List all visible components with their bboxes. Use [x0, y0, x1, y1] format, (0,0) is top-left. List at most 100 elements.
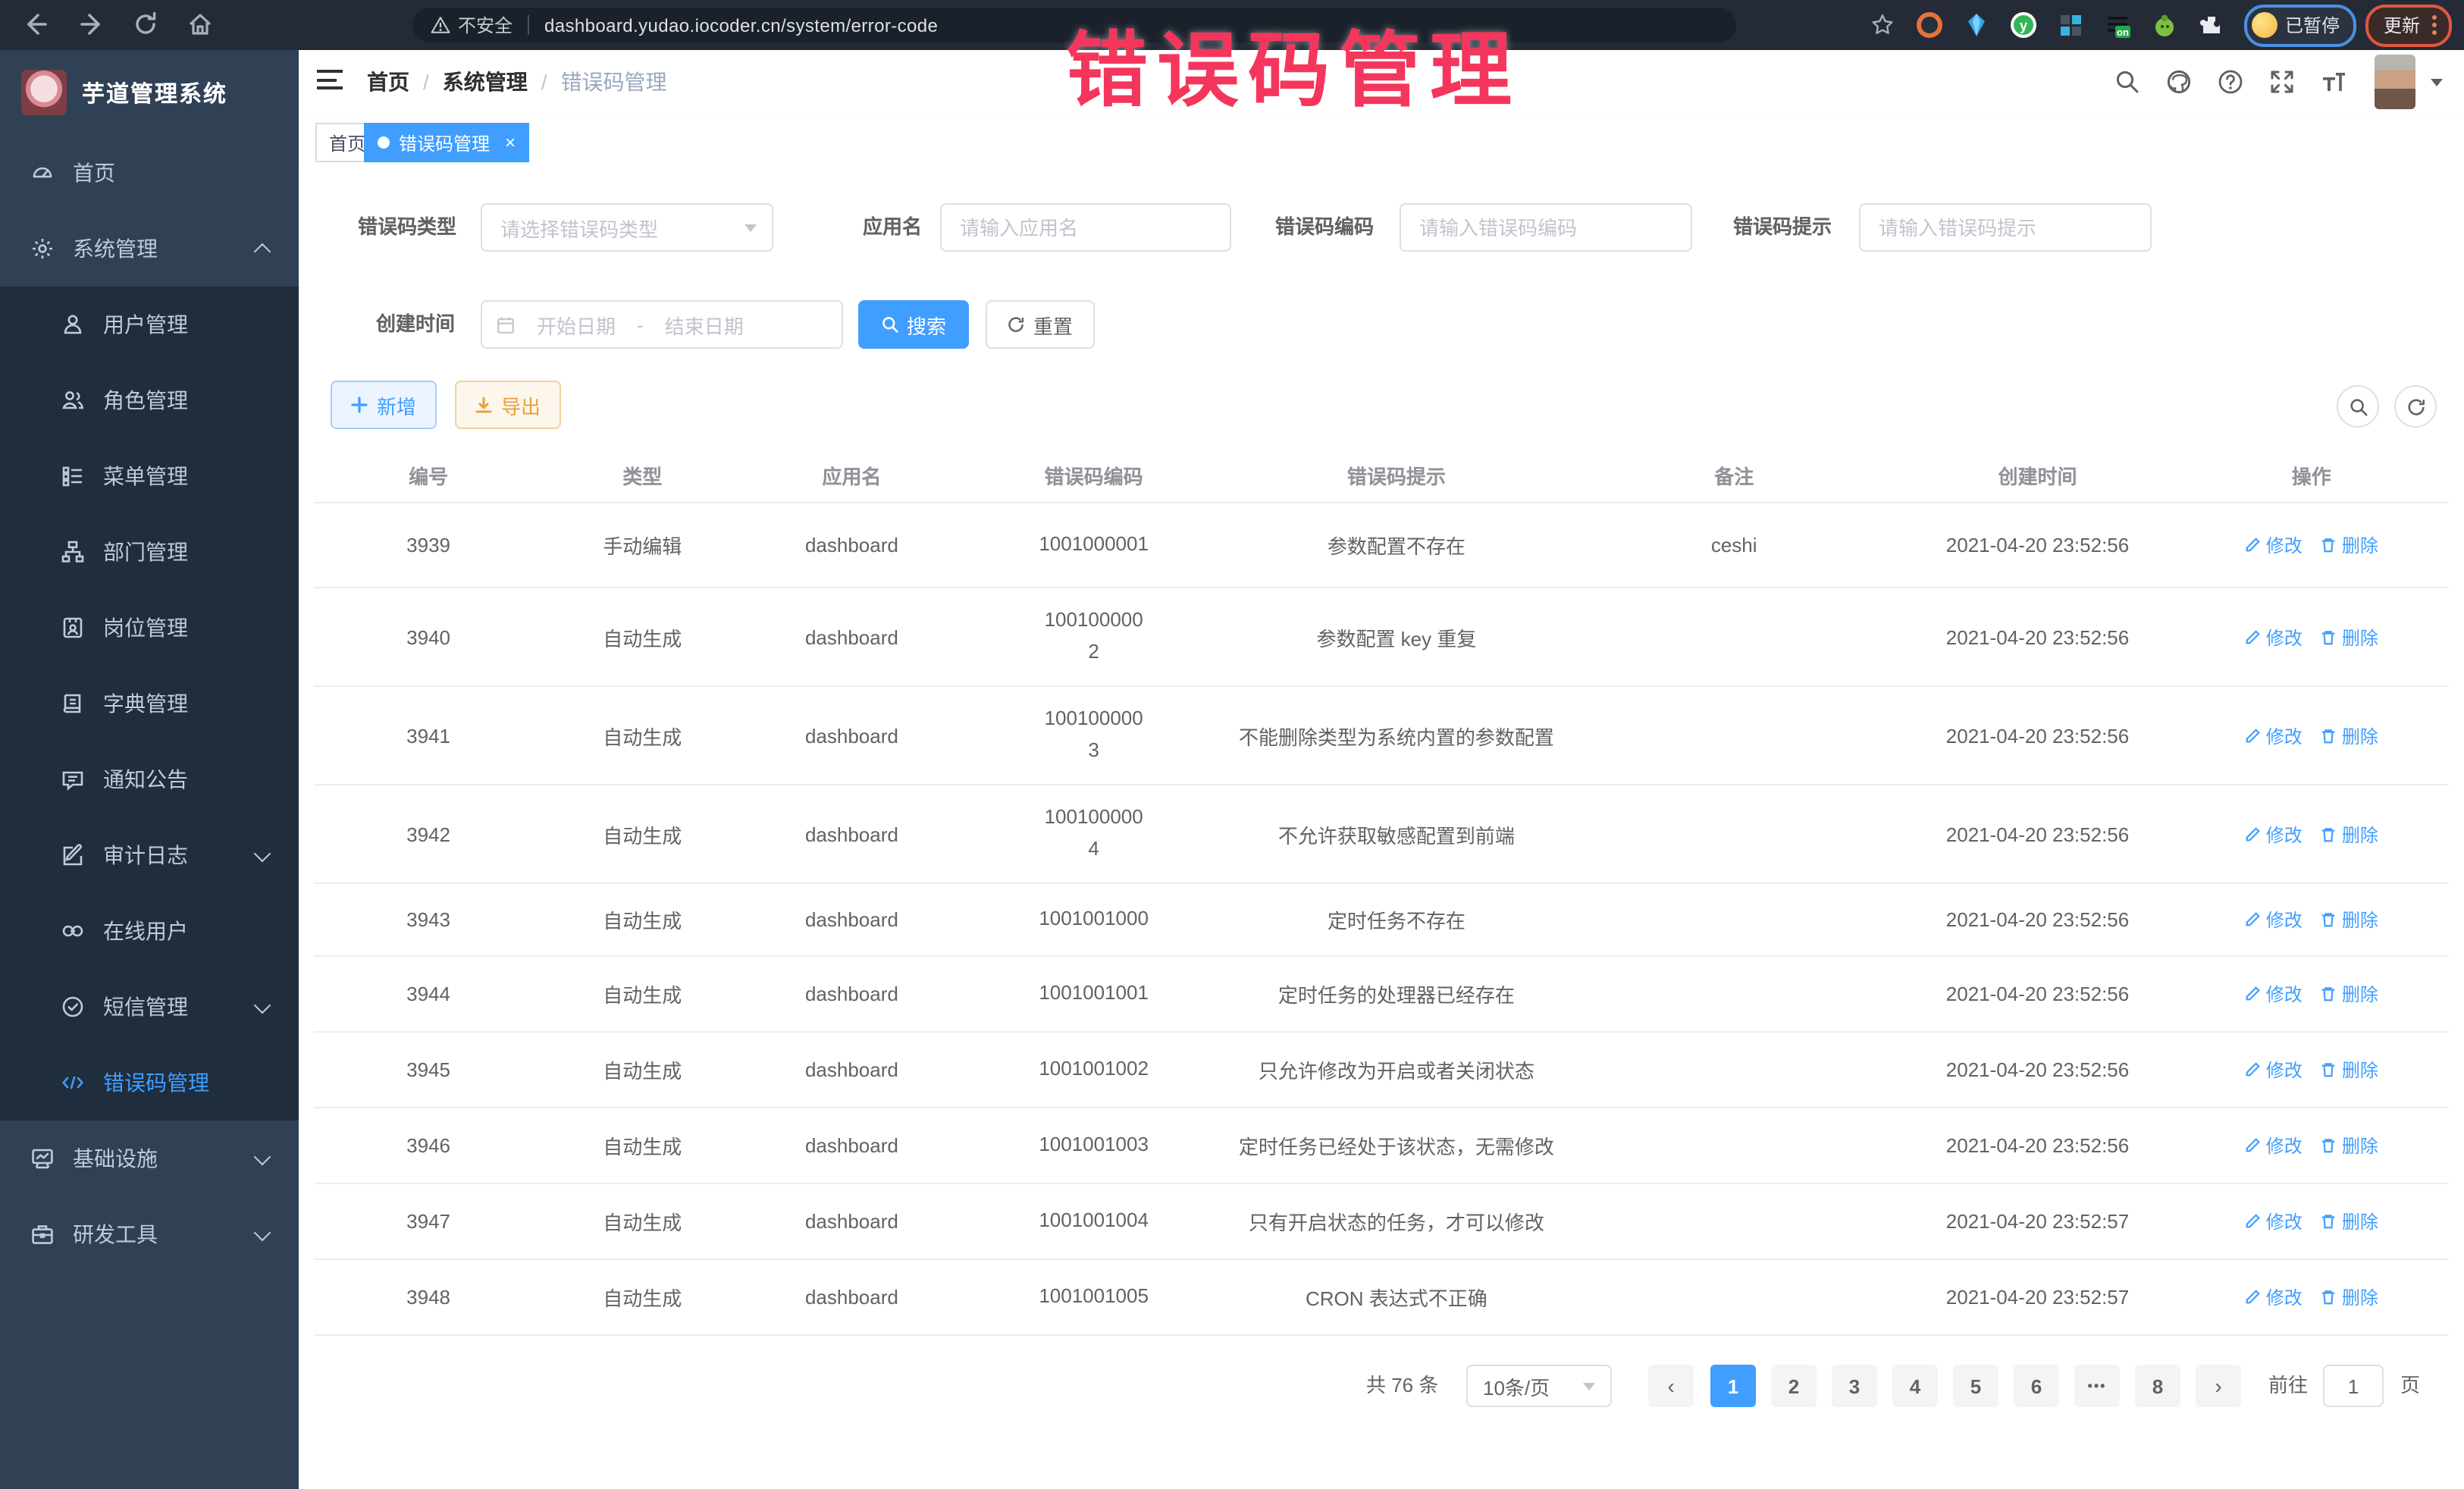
sidebar-item-home[interactable]: 首页: [0, 135, 299, 211]
breadcrumb-home[interactable]: 首页: [367, 67, 409, 97]
page-button-8[interactable]: 8: [2135, 1365, 2180, 1407]
url-text[interactable]: dashboard.yudao.iocoder.cn/system/error-…: [529, 14, 938, 36]
page-button-5[interactable]: 5: [1953, 1365, 1998, 1407]
help-icon[interactable]: [2217, 68, 2244, 96]
sidebar-item-announcements[interactable]: 通知公告: [0, 741, 299, 817]
github-icon[interactable]: [2165, 68, 2193, 96]
error-code-input[interactable]: [1401, 205, 1691, 250]
delete-link[interactable]: 删除: [2321, 1208, 2378, 1234]
sidebar-item-audit-log[interactable]: 审计日志: [0, 817, 299, 893]
sidebar-item-online-users[interactable]: 在线用户: [0, 893, 299, 969]
extensions-puzzle-icon[interactable]: [2199, 12, 2224, 38]
address-bar[interactable]: 不安全 dashboard.yudao.iocoder.cn/system/er…: [412, 8, 1736, 42]
page-size-select[interactable]: 10条/页: [1466, 1365, 1612, 1407]
extension-icon-grid[interactable]: [2058, 12, 2083, 38]
edit-link[interactable]: 修改: [2245, 1208, 2303, 1234]
extension-icon-list-on[interactable]: on: [2105, 12, 2130, 38]
prev-page-button[interactable]: ‹: [1648, 1365, 1694, 1407]
page-button-4[interactable]: 4: [1892, 1365, 1938, 1407]
sidebar-item-infrastructure[interactable]: 基础设施: [0, 1121, 299, 1196]
edit-link[interactable]: 修改: [2245, 981, 2303, 1007]
browser-profile-chip[interactable]: 已暂停: [2244, 4, 2356, 46]
org-tree-icon: [61, 540, 85, 564]
edit-link[interactable]: 修改: [2245, 723, 2303, 748]
sidebar-item-devtools[interactable]: 研发工具: [0, 1196, 299, 1272]
cell-id: 3948: [314, 1259, 543, 1335]
delete-link[interactable]: 删除: [2321, 981, 2378, 1007]
user-avatar[interactable]: [2375, 55, 2415, 109]
edit-link[interactable]: 修改: [2245, 907, 2303, 933]
delete-link[interactable]: 删除: [2321, 1284, 2378, 1310]
page-button-1[interactable]: 1: [1710, 1365, 1756, 1407]
delete-link[interactable]: 删除: [2321, 532, 2378, 558]
reset-button[interactable]: 重置: [986, 300, 1095, 349]
brand[interactable]: 芋道管理系统: [0, 50, 299, 135]
sidebar-item-departments[interactable]: 部门管理: [0, 514, 299, 590]
next-page-button[interactable]: ›: [2196, 1365, 2241, 1407]
refresh-table-button[interactable]: [2394, 385, 2437, 428]
error-hint-input[interactable]: [1861, 205, 2150, 250]
date-range-picker[interactable]: 开始日期 - 结束日期: [481, 300, 843, 349]
goto-unit: 页: [2400, 1365, 2420, 1407]
caret-down-icon[interactable]: [2431, 78, 2443, 86]
fullscreen-icon[interactable]: [2268, 68, 2296, 96]
add-button[interactable]: 新增: [331, 381, 437, 429]
sidebar-item-label: 短信管理: [103, 992, 188, 1022]
hamburger-icon[interactable]: [317, 70, 343, 92]
delete-link[interactable]: 删除: [2321, 624, 2378, 650]
edit-link[interactable]: 修改: [2245, 1133, 2303, 1158]
edit-link[interactable]: 修改: [2245, 1284, 2303, 1310]
export-button[interactable]: 导出: [455, 381, 561, 429]
delete-link[interactable]: 删除: [2321, 907, 2378, 933]
monitor-icon: [30, 1146, 55, 1171]
app-name-input[interactable]: [942, 205, 1230, 250]
edit-link[interactable]: 修改: [2245, 624, 2303, 650]
browser-update-button[interactable]: 更新: [2365, 4, 2452, 46]
page-button-3[interactable]: 3: [1832, 1365, 1877, 1407]
browser-home-icon[interactable]: [185, 9, 215, 39]
browser-back-icon[interactable]: [21, 9, 52, 39]
error-type-select[interactable]: 请选择错误码类型: [481, 203, 773, 252]
close-icon[interactable]: ×: [505, 132, 516, 153]
page-ellipsis[interactable]: •••: [2074, 1365, 2120, 1407]
cell-app: dashboard: [741, 588, 961, 686]
sidebar-item-sms[interactable]: 短信管理: [0, 969, 299, 1045]
show-search-toggle-button[interactable]: [2337, 385, 2379, 428]
sidebar-item-positions[interactable]: 岗位管理: [0, 590, 299, 666]
extension-icon-green-creature[interactable]: [2152, 12, 2177, 38]
edit-link[interactable]: 修改: [2245, 532, 2303, 558]
breadcrumb-system[interactable]: 系统管理: [443, 67, 528, 97]
browser-reload-icon[interactable]: [130, 9, 161, 39]
edit-link[interactable]: 修改: [2245, 821, 2303, 847]
delete-link[interactable]: 删除: [2321, 723, 2378, 748]
security-chip[interactable]: 不安全: [412, 12, 528, 38]
sidebar-item-error-code[interactable]: 错误码管理: [0, 1045, 299, 1121]
search-button[interactable]: 搜索: [858, 300, 969, 349]
goto-page-input[interactable]: [2323, 1365, 2384, 1407]
extension-icon-orange[interactable]: [1917, 12, 1942, 38]
sidebar-item-dictionary[interactable]: 字典管理: [0, 666, 299, 741]
extension-icon-green-y[interactable]: y: [2011, 12, 2036, 38]
sidebar-item-label: 基础设施: [73, 1143, 158, 1174]
sidebar-item-menus[interactable]: 菜单管理: [0, 438, 299, 514]
cell-msg: 不能删除类型为系统内置的参数配置: [1226, 686, 1567, 785]
sidebar-item-roles[interactable]: 角色管理: [0, 362, 299, 438]
browser-forward-icon[interactable]: [76, 9, 106, 39]
refresh-icon: [1008, 315, 1026, 334]
breadcrumb-separator: /: [541, 70, 547, 94]
bookmark-star-icon[interactable]: [1870, 12, 1895, 38]
font-size-icon[interactable]: [2320, 68, 2347, 96]
page-button-6[interactable]: 6: [2014, 1365, 2059, 1407]
sidebar-item-system[interactable]: 系统管理: [0, 211, 299, 287]
tag-error-code[interactable]: 错误码管理 ×: [364, 123, 529, 162]
browser-menu-icon[interactable]: [2432, 15, 2437, 35]
extension-icon-gem[interactable]: [1964, 12, 1989, 38]
sidebar-item-users[interactable]: 用户管理: [0, 287, 299, 362]
cell-time: 2021-04-20 23:52:56: [1901, 588, 2174, 686]
edit-link[interactable]: 修改: [2245, 1057, 2303, 1083]
delete-link[interactable]: 删除: [2321, 1133, 2378, 1158]
delete-link[interactable]: 删除: [2321, 1057, 2378, 1083]
page-button-2[interactable]: 2: [1771, 1365, 1817, 1407]
search-icon[interactable]: [2114, 68, 2141, 96]
delete-link[interactable]: 删除: [2321, 821, 2378, 847]
